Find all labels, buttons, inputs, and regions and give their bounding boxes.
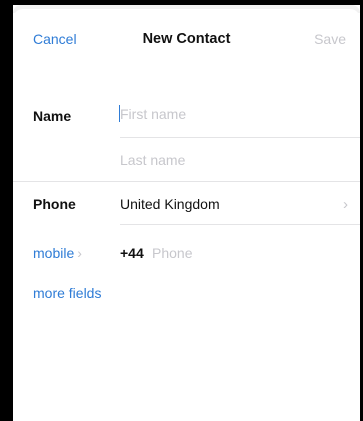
phone-type-label: mobile <box>33 245 75 261</box>
last-name-field[interactable] <box>120 146 360 174</box>
chevron-right-icon: › <box>77 245 82 261</box>
separator <box>120 137 360 138</box>
phone-number-field[interactable] <box>152 239 352 267</box>
separator <box>120 224 360 225</box>
navigation-bar: Cancel New Contact Save <box>13 9 360 69</box>
text-cursor <box>119 105 120 122</box>
page-title: New Contact <box>142 31 231 47</box>
name-label: Name <box>33 108 72 124</box>
country-selector[interactable]: United Kingdom <box>120 196 220 212</box>
first-name-field[interactable] <box>120 100 360 128</box>
screen: Cancel New Contact Save Name Phone Unite… <box>0 0 363 421</box>
save-button[interactable]: Save <box>314 31 346 47</box>
more-fields-button[interactable]: more fields <box>33 285 101 301</box>
dial-code: +44 <box>120 245 144 261</box>
new-contact-sheet: Cancel New Contact Save Name Phone Unite… <box>13 9 360 421</box>
device-edge-left <box>0 0 13 421</box>
phone-label: Phone <box>33 196 76 212</box>
separator <box>13 181 360 182</box>
phone-type-selector[interactable]: mobile › <box>33 245 82 261</box>
chevron-right-icon: › <box>343 196 348 213</box>
